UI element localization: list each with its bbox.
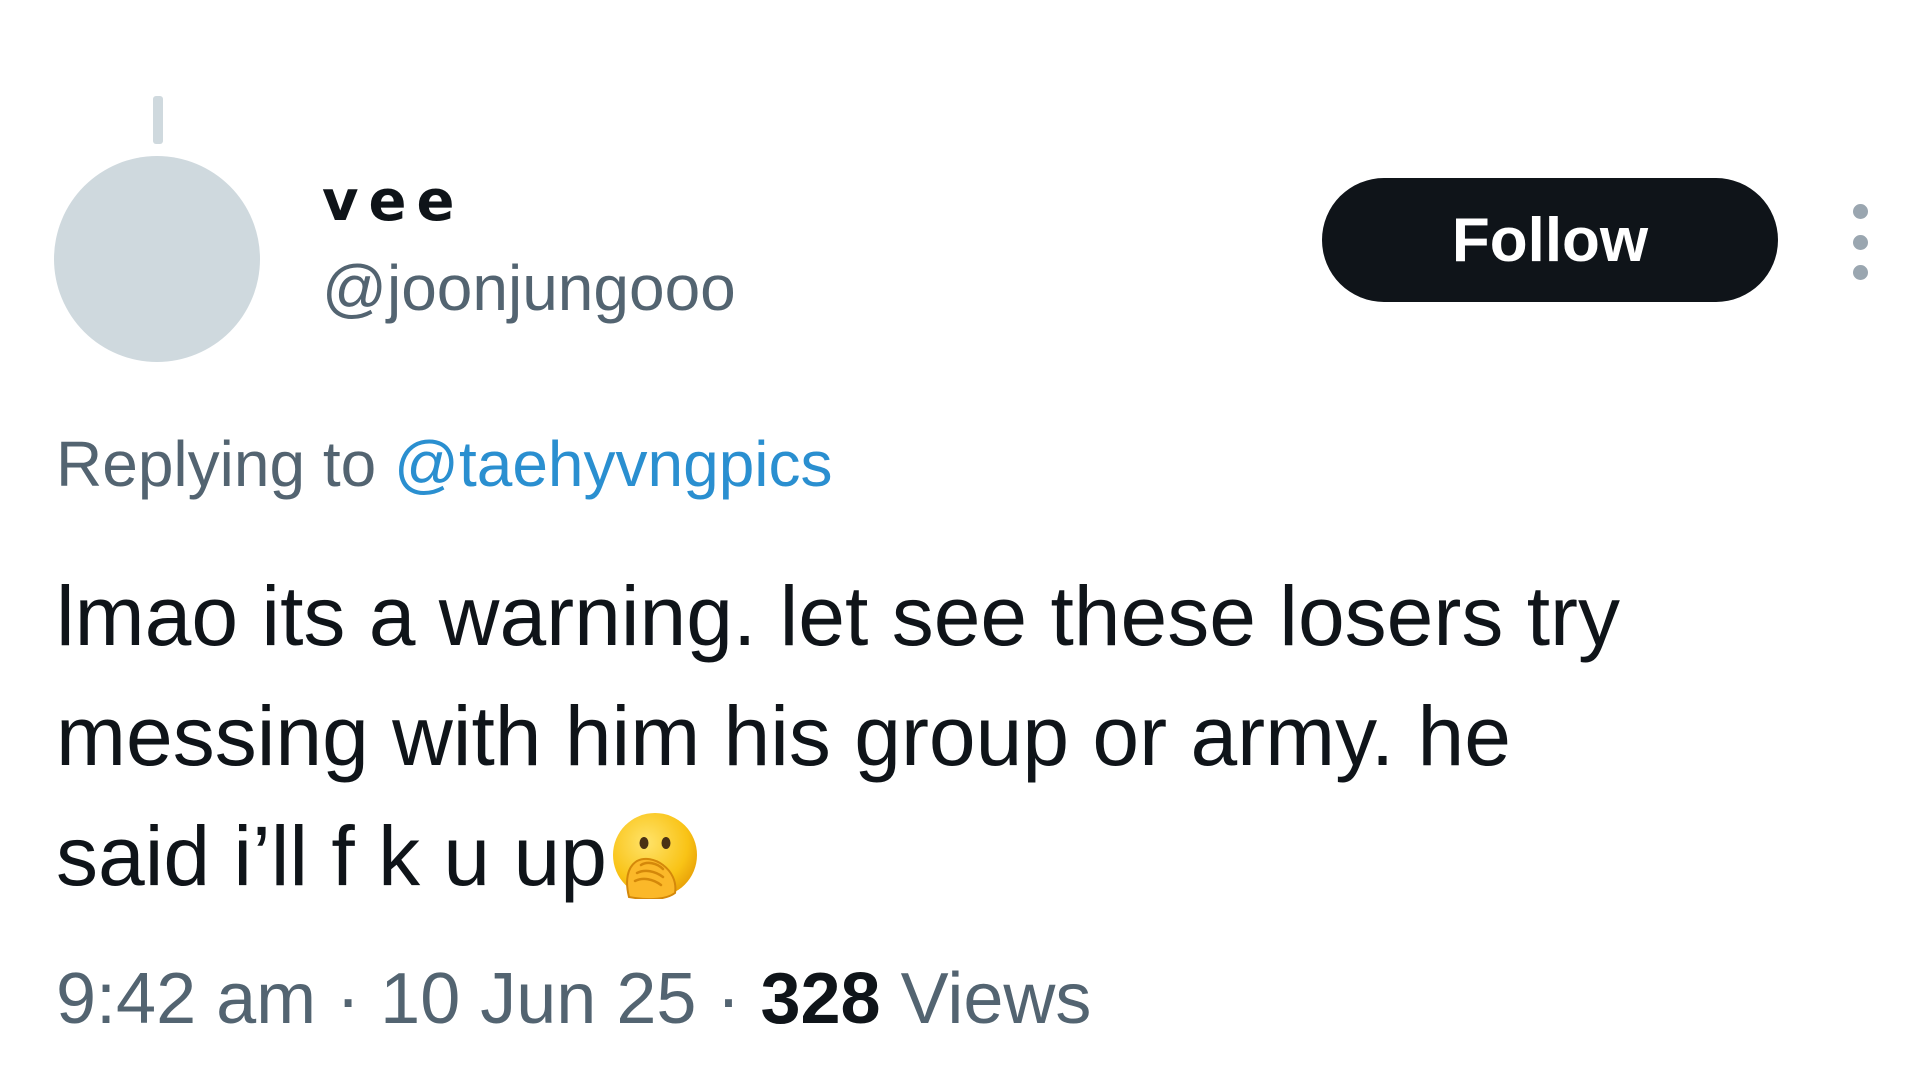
display-name[interactable]: vee: [322, 168, 464, 236]
replying-to: Replying to @taehyvngpics: [56, 424, 833, 504]
more-dot: [1852, 234, 1868, 250]
meta-separator: ·: [716, 959, 741, 1039]
tweet-text-line-content: said i’ll f k u up: [56, 809, 607, 903]
avatar[interactable]: [54, 156, 260, 362]
tweet-text-line-last: said i’ll f k u up: [56, 796, 1856, 930]
tweet-text: lmao its a warning. let see these losers…: [56, 556, 1856, 930]
user-handle[interactable]: @joonjungooo: [322, 250, 736, 326]
more-vertical-icon[interactable]: [1840, 204, 1880, 280]
meta-separator: ·: [336, 959, 361, 1039]
mention-link[interactable]: @taehyvngpics: [394, 428, 833, 500]
more-dot: [1852, 204, 1868, 219]
face-with-hand-over-mouth-emoji-icon: [611, 810, 699, 930]
tweet-text-line: messing with him his group or army. he: [56, 689, 1511, 783]
more-dot: [1852, 265, 1868, 280]
tweet-time[interactable]: 9:42 am: [56, 959, 316, 1039]
tweet-date[interactable]: 10 Jun 25: [380, 959, 696, 1039]
views-count: 328: [760, 959, 881, 1039]
thread-connector-line: [153, 96, 163, 144]
follow-button[interactable]: Follow: [1322, 178, 1778, 302]
replying-to-label: Replying to: [56, 428, 377, 500]
tweet-text-line: lmao its a warning. let see these losers…: [56, 569, 1621, 663]
views-label: Views: [900, 959, 1092, 1039]
tweet-meta: 9:42 am · 10 Jun 25 · 328 Views: [56, 954, 1091, 1044]
